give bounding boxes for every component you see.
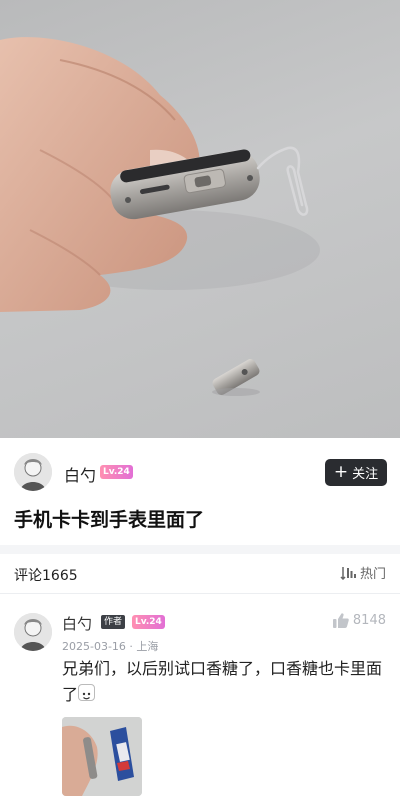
comment-photo-illustration — [62, 717, 142, 796]
comments-header: 评论1665 热门 — [0, 554, 400, 592]
thumbs-up-icon — [332, 613, 349, 628]
commenter-avatar[interactable] — [14, 613, 52, 651]
post-title: 手机卡卡到手表里面了 — [14, 509, 205, 531]
divider — [0, 593, 400, 594]
comment-item: 白勺 作者 Lv.24 2025-03-16 · 上海 8148 兄弟们，以后别… — [0, 600, 400, 806]
post-image[interactable] — [0, 0, 400, 438]
comment-image[interactable] — [62, 717, 142, 796]
author-name[interactable]: 白勺 — [64, 462, 96, 486]
comment-body: 兄弟们，以后别试口香糖了，口香糖也卡里面了 — [62, 659, 383, 704]
plus-icon: + — [333, 462, 349, 482]
avatar-icon — [14, 453, 52, 491]
avatar-icon — [14, 613, 52, 651]
post-photo-illustration — [0, 37, 320, 396]
sort-icon — [340, 566, 356, 580]
comment-meta: 2025-03-16 · 上海 — [62, 640, 159, 653]
sort-button[interactable]: 热门 — [340, 563, 386, 582]
section-divider — [0, 545, 400, 554]
author-tag: 作者 — [101, 615, 126, 629]
follow-button[interactable]: + 关注 — [325, 459, 387, 486]
comments-count-title: 评论1665 — [14, 568, 78, 584]
commenter-name[interactable]: 白勺 — [62, 613, 92, 634]
level-badge: Lv.24 — [132, 615, 165, 629]
like-count: 8148 — [352, 613, 386, 628]
sort-label: 热门 — [359, 567, 386, 582]
comment-text: 兄弟们，以后别试口香糖了，口香糖也卡里面了 — [62, 656, 388, 708]
level-badge: Lv.24 — [100, 465, 133, 479]
author-avatar[interactable] — [14, 453, 52, 491]
like-button[interactable]: 8148 — [332, 613, 386, 628]
smile-emoji-icon — [78, 684, 96, 701]
follow-label: 关注 — [352, 467, 379, 482]
